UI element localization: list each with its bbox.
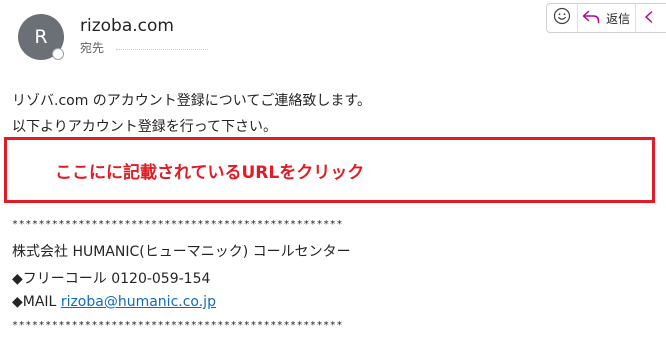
message-actions-toolbar: 返信	[546, 3, 666, 33]
mail-label: ◆MAIL	[12, 294, 61, 310]
freecall-line: ◆フリーコール 0120-059-154	[12, 271, 211, 287]
separator-bottom: ****************************************…	[12, 320, 344, 331]
smiley-icon	[553, 7, 571, 29]
sender-name[interactable]: rizoba.com	[80, 16, 174, 36]
reply-button[interactable]: 返信	[578, 4, 636, 32]
presence-status-icon	[52, 48, 64, 60]
avatar-initial: R	[34, 26, 48, 48]
recipient-value[interactable]	[116, 48, 209, 50]
reply-arrow-icon	[582, 9, 600, 28]
url-callout-box: ここにに記載されているURLをクリック	[4, 137, 655, 203]
recipient-row: 宛先	[80, 39, 209, 56]
company-name: 株式会社 HUMANIC(ヒューマニック) コールセンター	[12, 244, 351, 260]
mail-line: ◆MAIL rizoba@humanic.co.jp	[12, 294, 216, 310]
body-line-2: 以下よりアカウント登録を行って下さい。	[12, 119, 278, 135]
mail-link[interactable]: rizoba@humanic.co.jp	[61, 294, 216, 310]
reaction-button[interactable]	[547, 4, 578, 32]
separator-top: ****************************************…	[12, 219, 344, 230]
reply-all-button[interactable]	[636, 4, 666, 32]
reply-all-icon	[644, 9, 656, 28]
reply-label: 返信	[606, 11, 631, 26]
url-callout-text: ここにに記載されているURLをクリック	[55, 163, 365, 183]
body-line-1: リゾバ.com のアカウント登録についてご連絡致します。	[12, 93, 371, 109]
to-label: 宛先	[80, 41, 105, 55]
